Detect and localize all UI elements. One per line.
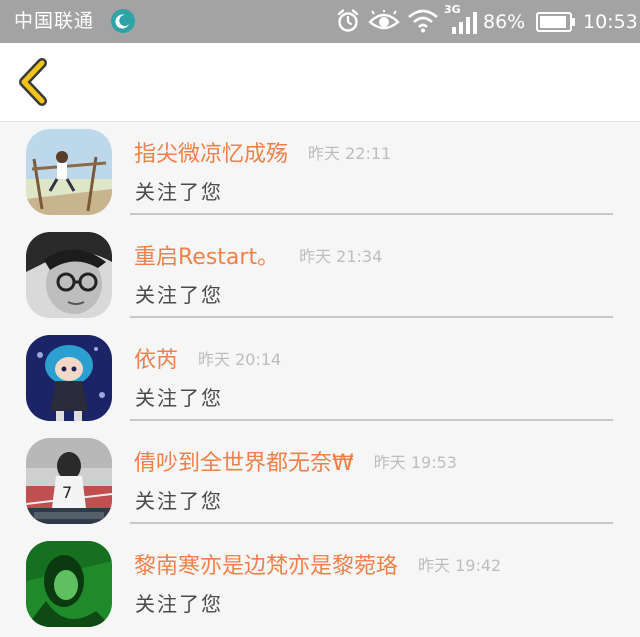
divider	[130, 316, 613, 318]
avatar-boy-on-swing-image	[26, 129, 112, 215]
avatar[interactable]	[26, 129, 112, 215]
timestamp: 昨天 19:53	[373, 453, 457, 472]
timestamp: 昨天 19:42	[418, 556, 502, 575]
action-text: 关注了您	[135, 180, 223, 204]
user-name-text: 黎南寒亦是边梵亦是黎菀珞	[134, 554, 399, 579]
user-name-text: 重启Restart。	[134, 245, 280, 270]
user-name[interactable]: 依芮 昨天 20:14	[134, 346, 281, 375]
avatar[interactable]	[26, 232, 112, 318]
action-text: 关注了您	[135, 283, 223, 307]
avatar-man-glasses-bw-image	[26, 232, 112, 318]
clock: 10:53	[583, 11, 638, 33]
list-item[interactable]: 依芮 昨天 20:14 关注了您	[0, 328, 640, 431]
carrier-name: 中国联通	[14, 10, 95, 32]
avatar[interactable]: 7	[26, 438, 112, 524]
user-name-text: 依芮	[134, 348, 179, 373]
avatar-girl-jersey-7-image: 7	[26, 438, 112, 524]
user-name[interactable]: 重启Restart。 昨天 21:34	[134, 243, 382, 272]
wifi-icon	[407, 9, 439, 37]
eye-icon	[368, 9, 400, 36]
list-item[interactable]: 指尖微凉忆成殇 昨天 22:11 关注了您	[0, 122, 640, 225]
user-name[interactable]: 黎南寒亦是边梵亦是黎菀珞 昨天 19:42	[134, 552, 501, 581]
battery-percentage: 86%	[483, 11, 526, 33]
avatar[interactable]	[26, 541, 112, 627]
avatar-anime-girl-image	[26, 335, 112, 421]
timestamp: 昨天 20:14	[198, 350, 282, 369]
divider	[130, 213, 613, 215]
signal-icon	[452, 12, 478, 38]
action-text: 关注了您	[135, 489, 223, 513]
back-button[interactable]	[10, 57, 58, 107]
divider	[130, 522, 613, 524]
user-name-text: 指尖微凉忆成殇	[134, 142, 289, 167]
user-name-text: 倩吵到全世界都无奈₩	[134, 451, 354, 476]
timestamp: 昨天 22:11	[308, 144, 392, 163]
status-bar: 中国联通 3G 86% 10:53	[0, 0, 640, 43]
battery-icon	[536, 12, 576, 36]
action-text: 关注了您	[135, 592, 223, 616]
chevron-left-icon	[19, 58, 47, 106]
alarm-icon	[336, 8, 360, 38]
timestamp: 昨天 21:34	[299, 247, 383, 266]
avatar-girl-green-image	[26, 541, 112, 627]
list-item[interactable]: 7 倩吵到全世界都无奈₩ 昨天 19:53 关注了您	[0, 431, 640, 534]
svg-text:7: 7	[62, 483, 72, 502]
user-name[interactable]: 指尖微凉忆成殇 昨天 22:11	[134, 140, 391, 169]
action-text: 关注了您	[135, 386, 223, 410]
avatar[interactable]	[26, 335, 112, 421]
list-item[interactable]: 重启Restart。 昨天 21:34 关注了您	[0, 225, 640, 328]
header-bar	[0, 43, 640, 122]
divider	[130, 419, 613, 421]
list-item[interactable]: 黎南寒亦是边梵亦是黎菀珞 昨天 19:42 关注了您	[0, 534, 640, 637]
moon-app-icon	[111, 9, 135, 33]
user-name[interactable]: 倩吵到全世界都无奈₩ 昨天 19:53	[134, 449, 457, 478]
